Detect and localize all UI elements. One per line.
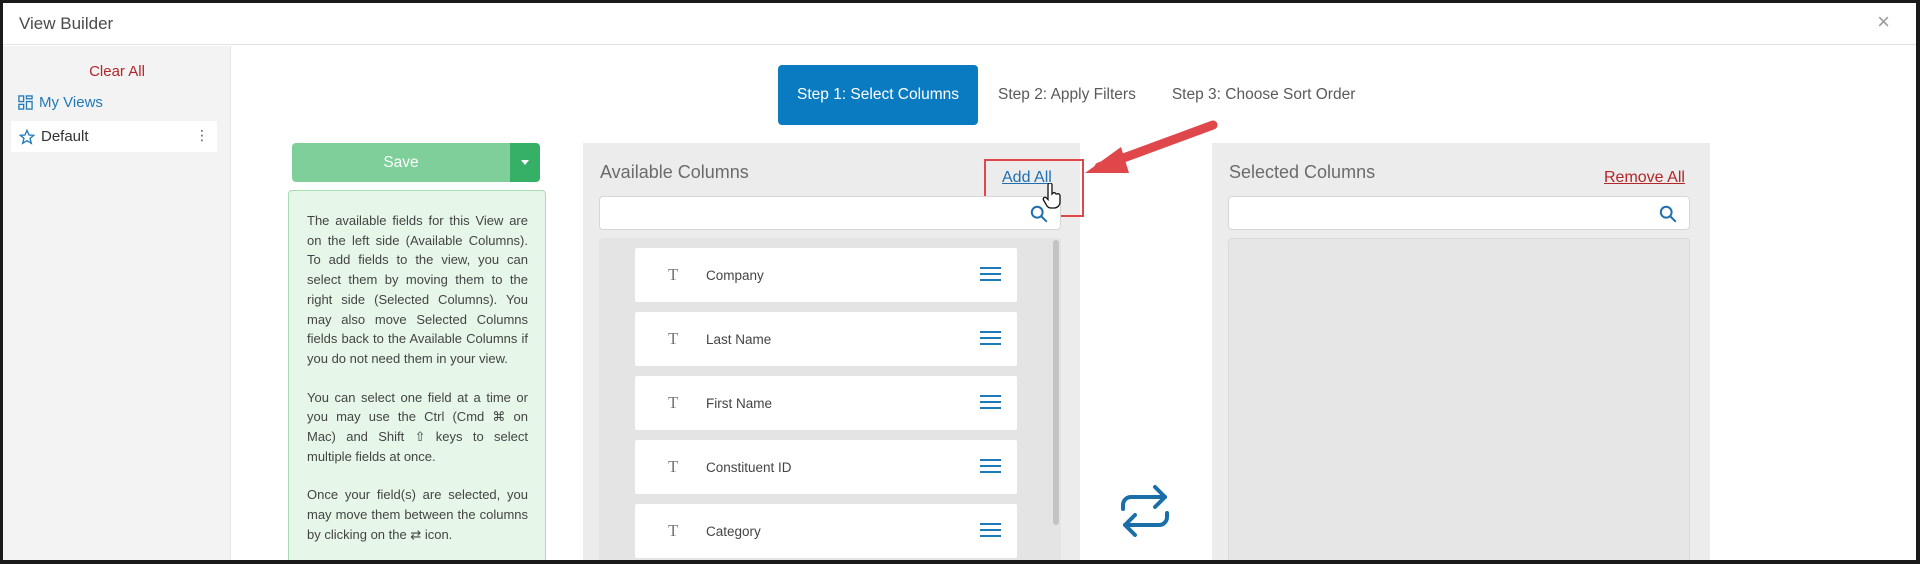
list-item[interactable]: T First Name — [635, 376, 1017, 430]
tab-apply-filters[interactable]: Step 2: Apply Filters — [998, 86, 1136, 104]
window-title: View Builder — [19, 14, 114, 33]
scrollbar-thumb[interactable] — [1053, 240, 1059, 525]
tab-choose-sort-order[interactable]: Step 3: Choose Sort Order — [1172, 86, 1356, 104]
field-label: Company — [706, 267, 764, 283]
selected-columns-title: Selected Columns — [1229, 162, 1376, 182]
swap-arrows-icon[interactable] — [1117, 483, 1173, 539]
red-arrow-annotation — [1085, 120, 1218, 173]
title-bar: View Builder × — [3, 3, 1916, 45]
available-columns-list: T Company T Last Name T First Name T Con… — [599, 238, 1061, 560]
field-label: Constituent ID — [706, 459, 792, 475]
list-item[interactable]: T Company — [635, 248, 1017, 302]
text-type-icon: T — [668, 393, 679, 412]
sidebar: Clear All My Views Default ⋮ — [3, 46, 231, 560]
sidebar-item-default[interactable]: Default ⋮ — [11, 121, 217, 152]
hamburger-drag-icon[interactable] — [980, 330, 1001, 346]
text-type-icon: T — [668, 265, 679, 284]
step-tabs: Step 1: Select Columns Step 2: Apply Fil… — [778, 65, 1355, 125]
caret-down-icon — [521, 160, 529, 165]
default-view-label: Default — [41, 128, 89, 145]
help-paragraph: Once your field(s) are selected, you may… — [307, 487, 528, 542]
list-item[interactable]: T Category — [635, 504, 1017, 558]
field-label: Category — [706, 523, 761, 539]
star-outline-icon — [19, 128, 35, 145]
view-builder-window: View Builder × Clear All My Views Defaul… — [0, 0, 1920, 564]
save-dropdown-toggle[interactable] — [510, 143, 540, 182]
list-scrollbar[interactable] — [1051, 238, 1061, 560]
field-label: First Name — [706, 395, 773, 411]
my-views-link[interactable]: My Views — [18, 94, 103, 111]
selected-search-input[interactable] — [1228, 196, 1690, 230]
hand-pointer-cursor — [1042, 183, 1061, 209]
help-paragraph: You can select one field at a time or yo… — [307, 389, 528, 464]
field-label: Last Name — [706, 331, 772, 347]
text-type-icon: T — [668, 521, 679, 540]
available-search-input[interactable] — [599, 196, 1061, 230]
save-button[interactable]: Save — [292, 143, 510, 182]
hamburger-drag-icon[interactable] — [980, 458, 1001, 474]
remove-all-link[interactable]: Remove All — [1604, 169, 1685, 187]
available-columns-panel: Available Columns Add All T Company T La… — [583, 143, 1084, 560]
list-item[interactable]: T Last Name — [635, 312, 1017, 366]
help-text-box: The available fields for this View are o… — [288, 190, 546, 560]
hamburger-drag-icon[interactable] — [980, 266, 1001, 282]
search-icon[interactable] — [1659, 205, 1677, 223]
tab-select-columns[interactable]: Step 1: Select Columns — [778, 65, 978, 125]
text-type-icon: T — [668, 329, 679, 348]
my-views-label: My Views — [39, 94, 103, 111]
text-type-icon: T — [668, 457, 679, 476]
grid-layout-icon — [18, 95, 33, 110]
available-columns-title: Available Columns — [600, 162, 749, 182]
hamburger-drag-icon[interactable] — [980, 394, 1001, 410]
clear-all-link[interactable]: Clear All — [3, 63, 231, 80]
list-item[interactable]: T Constituent ID — [635, 440, 1017, 494]
close-icon[interactable]: × — [1877, 11, 1890, 33]
kebab-menu-icon[interactable]: ⋮ — [195, 127, 209, 144]
help-paragraph: The available fields for this View are o… — [307, 213, 528, 366]
selected-columns-panel: Selected Columns Remove All — [1212, 143, 1710, 560]
hamburger-drag-icon[interactable] — [980, 522, 1001, 538]
selected-columns-list — [1228, 238, 1690, 560]
save-split-button: Save — [292, 143, 542, 182]
